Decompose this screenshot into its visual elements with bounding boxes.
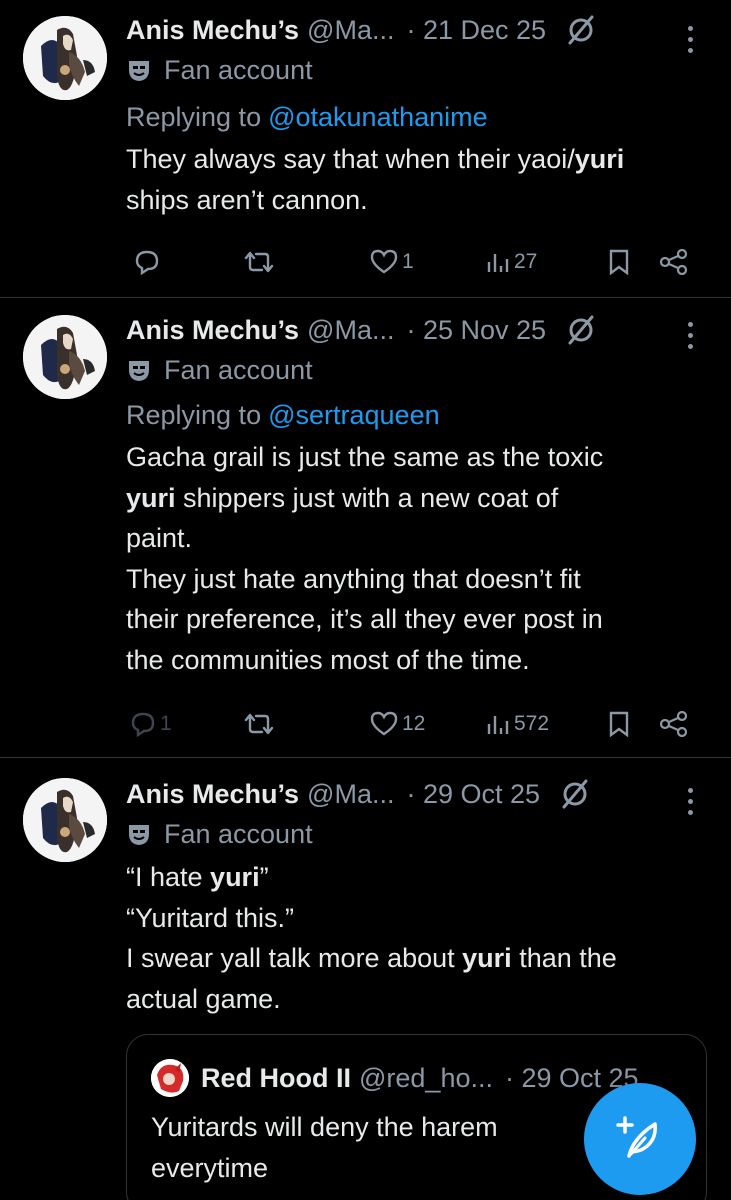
avatar[interactable] (23, 778, 107, 862)
reply-button[interactable]: 1 (130, 711, 172, 737)
bookmark-icon (608, 249, 630, 275)
quote-avatar (151, 1059, 189, 1097)
bookmark-icon (608, 711, 630, 737)
like-button[interactable]: 1 (370, 249, 414, 275)
post-date[interactable]: · 25 Nov 25 (406, 315, 546, 346)
views-icon (486, 250, 510, 274)
replying-to-label: Replying to (126, 101, 262, 132)
compose-button[interactable] (584, 1083, 696, 1195)
quote-text: Yuritards will deny the harem everytime (151, 1112, 498, 1183)
author-handle[interactable]: @Ma... (307, 779, 394, 810)
quote-author-name[interactable]: Red Hood II (201, 1063, 351, 1094)
bird-off-icon (558, 777, 592, 811)
post-text: “I hate yuri” “Yuritard this.” I swear y… (126, 862, 617, 1014)
share-button[interactable] (660, 249, 688, 275)
mask-icon (126, 357, 152, 383)
retweet-button[interactable] (244, 249, 274, 275)
quote-author-handle[interactable]: @red_ho... (359, 1063, 493, 1094)
post-date[interactable]: · 29 Oct 25 (406, 779, 540, 810)
like-button[interactable]: 12 (370, 711, 425, 737)
reply-icon (130, 711, 156, 737)
views-button[interactable]: 572 (486, 712, 549, 736)
fan-account-label: Fan account (164, 354, 313, 385)
avatar[interactable] (23, 315, 107, 399)
bird-off-icon (564, 313, 598, 347)
author-handle[interactable]: @Ma... (307, 315, 394, 346)
retweet-icon (244, 249, 274, 275)
share-icon (660, 249, 688, 275)
reply-button[interactable] (134, 249, 160, 275)
retweet-icon (244, 711, 274, 737)
more-icon[interactable] (688, 26, 693, 53)
reply-count: 1 (160, 712, 172, 735)
author-handle[interactable]: @Ma... (307, 15, 394, 46)
views-count: 27 (514, 250, 538, 273)
share-button[interactable] (660, 711, 688, 737)
bookmark-button[interactable] (608, 711, 630, 737)
reply-icon (134, 249, 160, 275)
share-icon (660, 711, 688, 737)
post-1[interactable]: Anis Mechu’s @Ma... · 21 Dec 25 Fan acco… (0, 0, 731, 298)
replying-to-label: Replying to (126, 399, 262, 430)
bookmark-button[interactable] (608, 249, 630, 275)
author-name[interactable]: Anis Mechu’s (126, 779, 299, 810)
views-icon (486, 712, 510, 736)
author-name[interactable]: Anis Mechu’s (126, 315, 299, 346)
reply-to-handle[interactable]: @sertraqueen (268, 400, 440, 431)
more-icon[interactable] (688, 788, 693, 815)
post-date[interactable]: · 21 Dec 25 (406, 15, 546, 46)
mask-icon (126, 57, 152, 83)
views-count: 572 (514, 712, 550, 735)
post-text: They always say that when their yaoi/yur… (126, 144, 625, 215)
author-name[interactable]: Anis Mechu’s (126, 15, 299, 46)
post-text: Gacha grail is just the same as the toxi… (126, 442, 604, 675)
mask-icon (126, 821, 152, 847)
post-2[interactable]: Anis Mechu’s @Ma... · 25 Nov 25 Fan acco… (0, 298, 731, 758)
like-count: 12 (402, 712, 426, 735)
views-button[interactable]: 27 (486, 250, 537, 274)
retweet-button[interactable] (244, 711, 274, 737)
reply-to-handle[interactable]: @otakunathanime (268, 102, 488, 133)
fan-account-label: Fan account (164, 54, 313, 85)
more-icon[interactable] (688, 322, 693, 349)
like-icon (370, 711, 398, 737)
like-count: 1 (402, 250, 414, 273)
compose-icon (615, 1112, 665, 1167)
like-icon (370, 249, 398, 275)
fan-account-label: Fan account (164, 818, 313, 849)
avatar[interactable] (23, 16, 107, 100)
bird-off-icon (564, 13, 598, 47)
